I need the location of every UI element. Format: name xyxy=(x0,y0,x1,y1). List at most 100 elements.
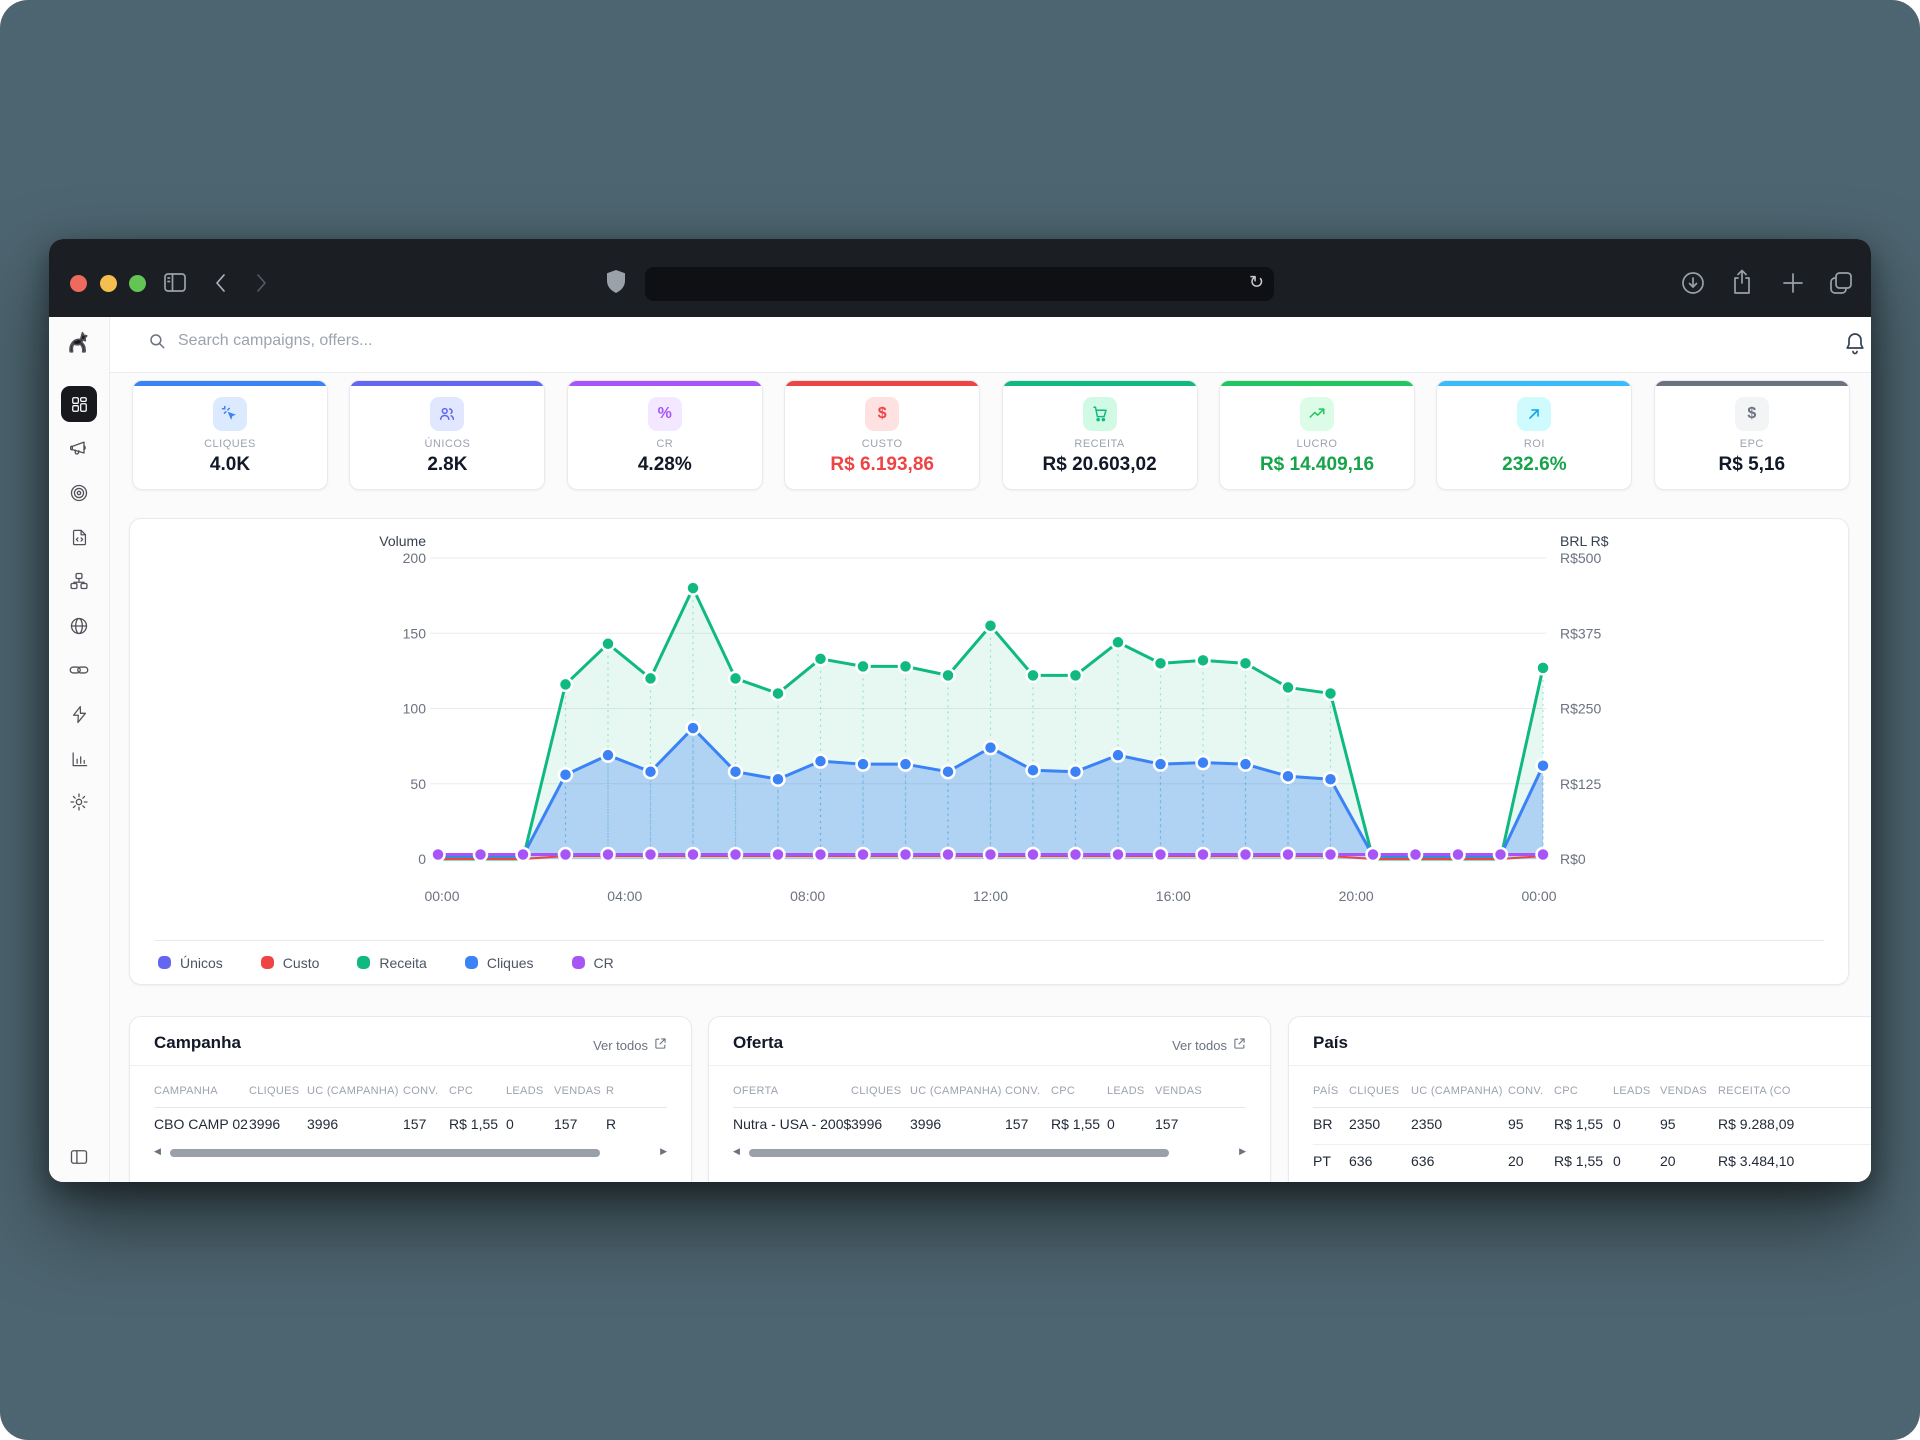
cliques-point xyxy=(1239,758,1252,771)
dog-logo-icon xyxy=(66,330,92,356)
sidebar-item-domains[interactable] xyxy=(61,608,97,644)
column-header: CONV. xyxy=(1508,1085,1543,1097)
legend-item-cr[interactable]: CR xyxy=(572,955,614,971)
legend-item-únicos[interactable]: Únicos xyxy=(158,955,223,971)
target-icon xyxy=(69,483,89,503)
x-tick: 04:00 xyxy=(607,888,642,904)
cr-point xyxy=(644,848,657,861)
kpi-value: R$ 20.603,02 xyxy=(1003,454,1197,476)
legend-item-cliques[interactable]: Cliques xyxy=(465,955,534,971)
y-left-tick: 100 xyxy=(403,701,427,717)
kpi-label: LUCRO xyxy=(1220,438,1414,450)
sidebar-item-settings[interactable] xyxy=(61,784,97,820)
cr-point xyxy=(772,848,785,861)
kpi-accent-stripe xyxy=(133,381,327,386)
zoom-button[interactable] xyxy=(129,275,146,292)
column-header: UC (CAMPANHA) xyxy=(307,1085,399,1097)
notifications-button[interactable] xyxy=(1843,331,1867,362)
receita-point xyxy=(1027,669,1040,682)
sidebar-item-dashboard[interactable] xyxy=(61,386,97,422)
horizontal-scrollbar[interactable]: ◀▶ xyxy=(154,1148,667,1158)
scroll-right-icon[interactable]: ▶ xyxy=(1239,1146,1246,1157)
legend-swatch xyxy=(261,956,274,969)
see-all-label: Ver todos xyxy=(593,1038,648,1053)
receita-point xyxy=(1239,657,1252,670)
scroll-right-icon[interactable]: ▶ xyxy=(660,1146,667,1157)
sidebar-item-campaigns[interactable] xyxy=(61,430,97,466)
volume-chart-card: 0R$050R$125100R$250150R$375200R$500Volum… xyxy=(129,518,1849,985)
table-title: Campanha xyxy=(154,1033,241,1053)
sidebar-item-reports[interactable] xyxy=(61,740,97,776)
sidebar-item-automations[interactable] xyxy=(61,696,97,732)
receita-point xyxy=(942,669,955,682)
scroll-left-icon[interactable]: ◀ xyxy=(154,1146,161,1157)
sidebar-item-funnels[interactable] xyxy=(61,563,97,599)
table-cell: 3996 xyxy=(307,1116,338,1132)
table-cell: 2350 xyxy=(1411,1116,1442,1132)
kpi-card-custo: $CUSTOR$ 6.193,86 xyxy=(784,380,980,490)
legend-swatch xyxy=(572,956,585,969)
link-icon xyxy=(69,660,89,680)
table-cell: R$ 1,55 xyxy=(1051,1116,1100,1132)
scroll-left-icon[interactable]: ◀ xyxy=(733,1146,740,1157)
see-all-link[interactable]: Ver todos xyxy=(1172,1037,1246,1053)
receita-point xyxy=(857,660,870,673)
shield-icon[interactable] xyxy=(605,269,627,295)
downloads-button[interactable] xyxy=(1681,271,1705,295)
cliques-point xyxy=(899,758,912,771)
reload-icon[interactable]: ↻ xyxy=(1249,272,1264,293)
minimize-button[interactable] xyxy=(100,275,117,292)
forward-button[interactable] xyxy=(254,272,268,294)
cr-point xyxy=(1197,848,1210,861)
table-cell: 157 xyxy=(1155,1116,1178,1132)
y-right-tick: R$0 xyxy=(1560,851,1586,867)
sidebar-item-offers[interactable] xyxy=(61,475,97,511)
x-tick: 08:00 xyxy=(790,888,825,904)
horizontal-scrollbar[interactable]: ◀▶ xyxy=(733,1148,1246,1158)
kpi-value: 232.6% xyxy=(1437,454,1631,476)
cliques-point xyxy=(644,765,657,778)
close-button[interactable] xyxy=(70,275,87,292)
scrollbar-thumb[interactable] xyxy=(170,1149,600,1157)
x-tick: 16:00 xyxy=(1156,888,1191,904)
legend-item-receita[interactable]: Receita xyxy=(357,955,426,971)
cliques-point xyxy=(772,773,785,786)
cr-point xyxy=(517,848,530,861)
global-search[interactable]: Search campaigns, offers... xyxy=(148,332,372,350)
cliques-point xyxy=(559,768,572,781)
receita-point xyxy=(1197,654,1210,667)
back-button[interactable] xyxy=(214,272,228,294)
tab-overview-button[interactable] xyxy=(1828,270,1854,296)
dollar-icon: $ xyxy=(1735,397,1769,431)
legend-swatch xyxy=(465,956,478,969)
app-logo[interactable] xyxy=(61,325,97,361)
y-left-tick: 200 xyxy=(403,550,427,566)
sidebar-collapse-button[interactable] xyxy=(61,1139,97,1175)
cliques-point xyxy=(602,749,615,762)
new-tab-button[interactable] xyxy=(1782,272,1804,294)
scrollbar-thumb[interactable] xyxy=(749,1149,1169,1157)
legend-swatch xyxy=(158,956,171,969)
divider xyxy=(130,1065,691,1066)
panel-left-icon xyxy=(69,1147,89,1167)
address-bar[interactable]: ↻ xyxy=(645,267,1274,301)
cliques-point xyxy=(1282,770,1295,783)
sidebar-item-landing-pages[interactable] xyxy=(61,519,97,555)
sidebar-item-links[interactable] xyxy=(61,652,97,688)
legend-item-custo[interactable]: Custo xyxy=(261,955,320,971)
y-right-tick: R$500 xyxy=(1560,550,1601,566)
kpi-value: 4.28% xyxy=(568,454,762,476)
kpi-label: ÚNICOS xyxy=(350,438,544,450)
see-all-link[interactable]: Ver todos xyxy=(593,1037,667,1053)
table-cell: 157 xyxy=(554,1116,577,1132)
sidebar-toggle-icon[interactable] xyxy=(163,272,187,294)
column-header: PAÍS xyxy=(1313,1085,1338,1097)
receita-point xyxy=(899,660,912,673)
volume-chart: 0R$050R$125100R$250150R$375200R$500Volum… xyxy=(130,519,1848,945)
kpi-label: CUSTO xyxy=(785,438,979,450)
file-code-icon xyxy=(70,528,89,547)
kpi-label: EPC xyxy=(1655,438,1849,450)
table-cell: 3996 xyxy=(851,1116,882,1132)
legend-label: Receita xyxy=(379,955,426,971)
share-button[interactable] xyxy=(1731,269,1753,296)
